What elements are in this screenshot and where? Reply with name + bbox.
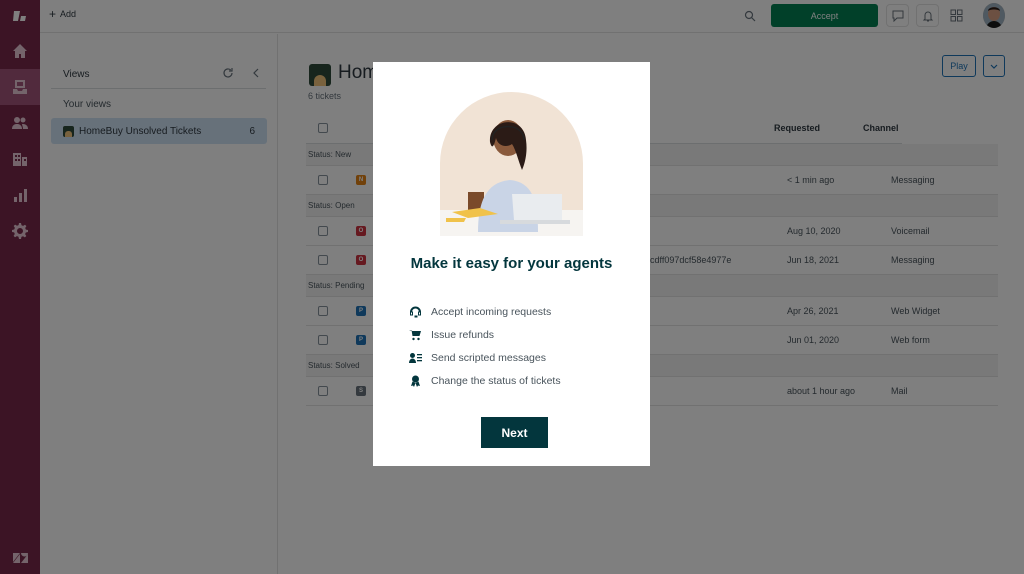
agent-illustration	[440, 92, 583, 236]
feature-item: Issue refunds	[408, 323, 561, 346]
agent-photo	[440, 120, 583, 236]
user-list-icon	[408, 352, 422, 364]
headset-icon	[408, 305, 422, 318]
next-button[interactable]: Next	[481, 417, 548, 448]
feature-label: Change the status of tickets	[431, 374, 561, 387]
modal-title: Make it easy for your agents	[410, 255, 613, 272]
cart-icon	[408, 329, 422, 341]
feature-item: Send scripted messages	[408, 346, 561, 369]
onboarding-modal: Make it easy for your agents Accept inco…	[373, 62, 650, 466]
feature-label: Send scripted messages	[431, 351, 546, 364]
feature-label: Issue refunds	[431, 328, 495, 341]
feature-label: Accept incoming requests	[431, 305, 552, 318]
app: + Add Accept Views Your views HomeBuy Un…	[0, 0, 1024, 574]
feature-item: Accept incoming requests	[408, 300, 561, 323]
award-icon	[408, 375, 422, 387]
feature-list: Accept incoming requests Issue refunds S…	[408, 300, 561, 392]
feature-item: Change the status of tickets	[408, 369, 561, 392]
